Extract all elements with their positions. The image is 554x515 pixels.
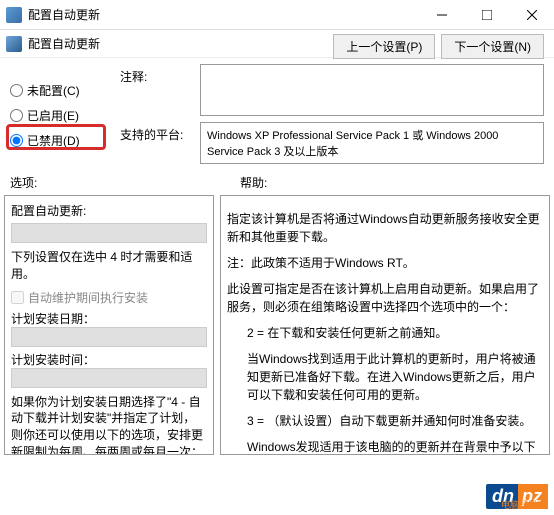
comment-input[interactable]	[200, 64, 544, 116]
prev-setting-button[interactable]: 上一个设置(P)	[333, 34, 435, 59]
help-p6: 3 = （默认设置）自动下载更新并通知何时准备安装。	[247, 412, 543, 430]
options-panel: 配置自动更新: 下列设置仅在选中 4 时才需要和适用。 自动维护期间执行安装 计…	[4, 195, 214, 455]
platform-value: Windows XP Professional Service Pack 1 或…	[200, 122, 544, 164]
update-mode-select[interactable]	[11, 223, 207, 243]
help-label: 帮助:	[240, 174, 267, 191]
help-p2: 注：此政策不适用于Windows RT。	[227, 254, 543, 272]
help-p7: Windows发现适用于该电脑的的更新并在背景中予以下载（用户不被通知或在此过程…	[247, 438, 543, 455]
sched-day-select[interactable]	[11, 327, 207, 347]
radio-not-configured-label: 未配置(C)	[27, 82, 80, 99]
policy-title: 配置自动更新	[28, 35, 100, 52]
close-button[interactable]	[509, 0, 554, 30]
help-p1: 指定该计算机是否将通过Windows自动更新服务接收安全更新和其他重要下载。	[227, 210, 543, 246]
window-title: 配置自动更新	[28, 6, 419, 23]
maximize-button[interactable]	[464, 0, 509, 30]
next-setting-button[interactable]: 下一个设置(N)	[441, 34, 544, 59]
sched-day-label: 计划安装日期：	[11, 310, 207, 327]
options-para: 如果你为计划安装日期选择了"4 - 自动下载并计划安装"并指定了计划，则你还可以…	[11, 394, 207, 455]
watermark: dn pz 电脑配置网	[486, 484, 548, 509]
policy-icon	[6, 36, 22, 52]
help-panel: 指定该计算机是否将通过Windows自动更新服务接收安全更新和其他重要下载。 注…	[220, 195, 550, 455]
radio-enabled-label: 已启用(E)	[27, 107, 79, 124]
sched-time-select[interactable]	[11, 368, 207, 388]
watermark-txt: 电脑配置网	[501, 498, 546, 511]
platform-label: 支持的平台:	[120, 122, 200, 164]
help-p5: 当Windows找到适用于此计算机的更新时，用户将被通知更新已准备好下载。在进入…	[247, 350, 543, 404]
radio-disabled-label: 已禁用(D)	[27, 132, 80, 149]
options-note: 下列设置仅在选中 4 时才需要和适用。	[11, 249, 207, 283]
help-p3: 此设置可指定是否在该计算机上启用自动更新。如果启用了服务，则必须在组策略设置中选…	[227, 280, 543, 316]
options-label: 选项:	[10, 174, 240, 191]
auto-maint-label: 自动维护期间执行安装	[28, 289, 148, 306]
radio-disabled[interactable]: 已禁用(D)	[10, 132, 120, 149]
auto-maint-check[interactable]: 自动维护期间执行安装	[11, 289, 207, 306]
app-icon	[6, 7, 22, 23]
sched-time-label: 计划安装时间：	[11, 351, 207, 368]
radio-enabled[interactable]: 已启用(E)	[10, 107, 120, 124]
help-p4: 2 = 在下载和安装任何更新之前通知。	[247, 324, 543, 342]
radio-not-configured[interactable]: 未配置(C)	[10, 82, 120, 99]
options-title: 配置自动更新:	[11, 202, 207, 219]
comment-label: 注释:	[120, 64, 200, 116]
minimize-button[interactable]	[419, 0, 464, 30]
